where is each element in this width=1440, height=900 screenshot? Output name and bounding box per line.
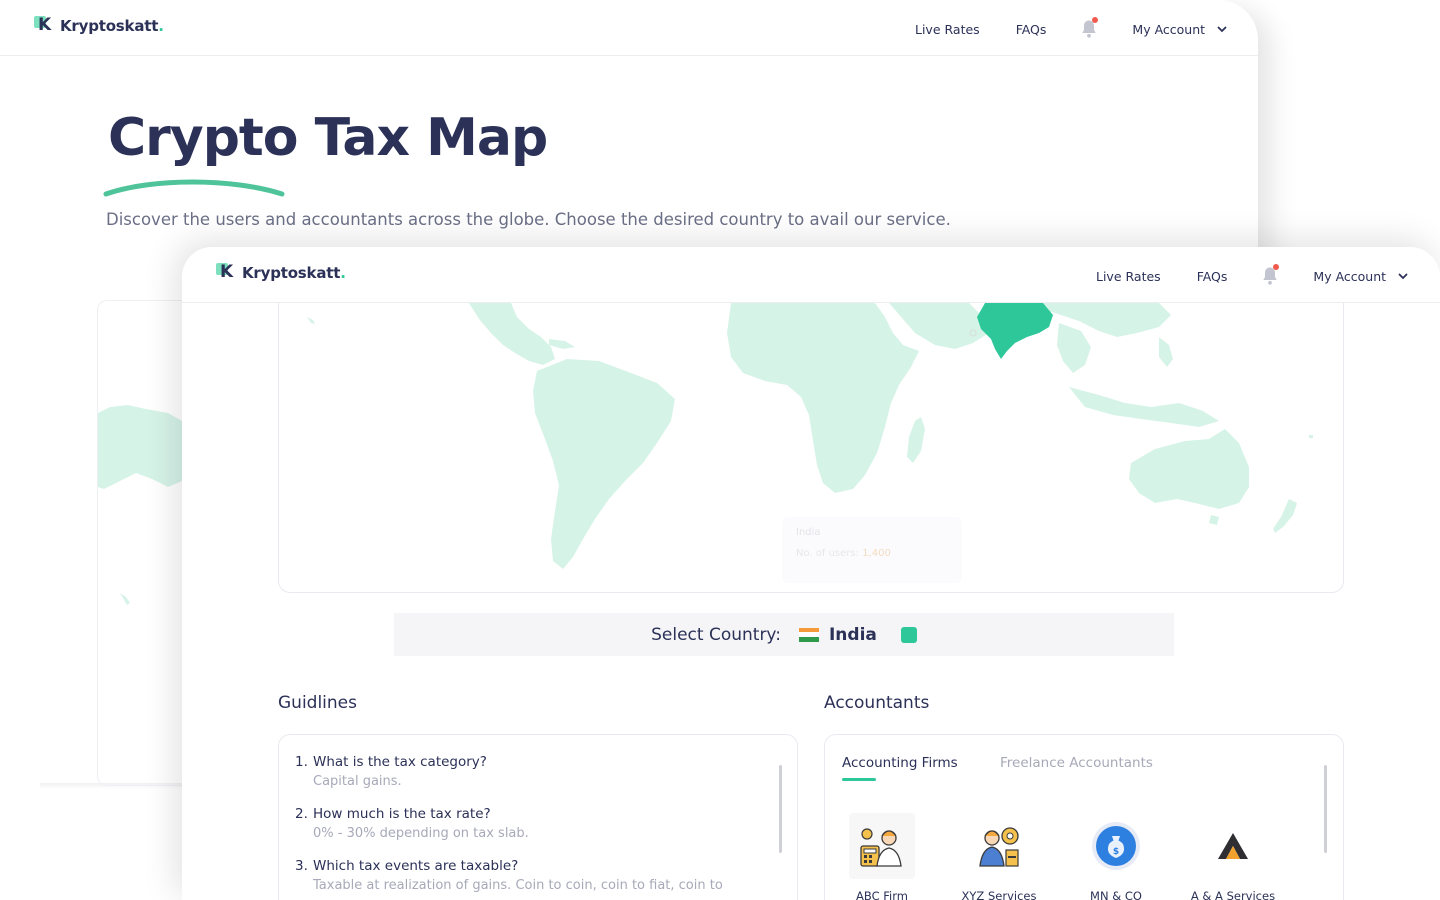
list-item: 2. How much is the tax rate? 0% - 30% dep… bbox=[295, 806, 765, 841]
tooltip-users: No. of users: 1,400 bbox=[796, 548, 891, 559]
map-se-asia bbox=[1057, 323, 1091, 373]
nav-live-rates-link[interactable]: Live Rates bbox=[1096, 269, 1161, 284]
firm-card-abc[interactable]: ABC Firm bbox=[827, 813, 937, 900]
money-bag-icon: $ bbox=[1083, 813, 1149, 879]
firm-name: A & A Services bbox=[1190, 889, 1276, 900]
firm-name: MN & CO bbox=[1090, 889, 1142, 900]
map-tasmania bbox=[1209, 515, 1219, 525]
map-south-america bbox=[533, 359, 675, 569]
answer-text: Capital gains. bbox=[313, 774, 402, 789]
nav-menu: Live Rates FAQs My Account bbox=[1096, 264, 1408, 286]
map-africa bbox=[727, 303, 919, 493]
firm-name: XYZ Services bbox=[961, 889, 1037, 900]
tab-accounting-firms[interactable]: Accounting Firms bbox=[842, 755, 958, 771]
question-text: How much is the tax rate? bbox=[313, 806, 491, 822]
brand-name: Kryptoskatt. bbox=[60, 17, 164, 35]
nav-faqs-link[interactable]: FAQs bbox=[1197, 269, 1228, 284]
guidelines-title: Guidlines bbox=[278, 693, 357, 713]
guidelines-scrollbar[interactable] bbox=[779, 765, 782, 853]
firm-name: ABC Firm bbox=[856, 889, 908, 900]
map-new-zealand bbox=[1273, 499, 1297, 533]
svg-text:$: $ bbox=[1113, 847, 1119, 857]
accountants-title: Accountants bbox=[824, 693, 930, 713]
accountants-card: Accounting Firms Freelance Accountants A… bbox=[824, 734, 1344, 900]
map-caribbean bbox=[549, 339, 575, 349]
india-flag-icon bbox=[798, 627, 819, 642]
brand-name: Kryptoskatt. bbox=[242, 264, 346, 282]
map-central-america bbox=[469, 303, 555, 365]
guidelines-card: 1. What is the tax category? Capital gain… bbox=[278, 734, 798, 900]
map-philippines bbox=[1159, 337, 1173, 367]
nav-faqs-link[interactable]: FAQs bbox=[1016, 22, 1047, 37]
my-account-menu[interactable]: My Account bbox=[1313, 269, 1408, 284]
front-window: K Kryptoskatt. Live Rates FAQs My Accoun… bbox=[182, 247, 1440, 900]
guidelines-list: 1. What is the tax category? Capital gain… bbox=[295, 754, 765, 900]
map-indonesia bbox=[1069, 387, 1219, 427]
list-item: 1. What is the tax category? Capital gain… bbox=[295, 754, 765, 789]
firm-card-mn[interactable]: $ MN & CO bbox=[1061, 813, 1171, 900]
map-india bbox=[977, 303, 1053, 359]
title-underline-decoration bbox=[103, 179, 285, 197]
accountant-icon bbox=[849, 813, 915, 879]
selected-country-name[interactable]: India bbox=[829, 625, 877, 645]
firm-card-xyz[interactable]: XYZ Services bbox=[944, 813, 1054, 900]
answer-text: Taxable at realization of gains. Coin to… bbox=[313, 878, 723, 893]
brand-logo-icon: K bbox=[216, 262, 236, 283]
businessman-gear-icon bbox=[966, 813, 1032, 879]
chevron-down-icon bbox=[1398, 273, 1408, 279]
select-country-label: Select Country: bbox=[651, 624, 781, 645]
nav-menu: Live Rates FAQs My Account bbox=[915, 17, 1227, 39]
question-text: What is the tax category? bbox=[313, 754, 487, 770]
map-small-island bbox=[307, 317, 315, 324]
active-tab-indicator bbox=[842, 778, 876, 781]
country-color-chip bbox=[900, 626, 917, 643]
tab-freelance-accountants[interactable]: Freelance Accountants bbox=[1000, 755, 1153, 771]
my-account-menu[interactable]: My Account bbox=[1132, 22, 1227, 37]
brand[interactable]: K Kryptoskatt. bbox=[216, 262, 346, 283]
map-pacific-island bbox=[1309, 435, 1313, 438]
chevron-down-icon bbox=[1217, 26, 1227, 32]
notification-bell-icon[interactable] bbox=[1261, 264, 1280, 286]
notification-bell-icon[interactable] bbox=[1080, 17, 1099, 39]
my-account-label: My Account bbox=[1132, 21, 1206, 37]
brand-logo-icon: K bbox=[34, 15, 54, 36]
my-account-label: My Account bbox=[1313, 268, 1387, 284]
accountants-scrollbar[interactable] bbox=[1324, 765, 1327, 853]
nav-live-rates-link[interactable]: Live Rates bbox=[915, 22, 980, 37]
navbar: K Kryptoskatt. Live Rates FAQs My Accoun… bbox=[0, 0, 1258, 56]
brand[interactable]: K Kryptoskatt. bbox=[34, 15, 164, 36]
tooltip-country: India bbox=[796, 527, 821, 538]
question-text: Which tax events are taxable? bbox=[313, 858, 519, 874]
page-title: Crypto Tax Map bbox=[108, 108, 548, 168]
list-item: 3. Which tax events are taxable? Taxable … bbox=[295, 858, 765, 893]
map-tooltip: India No. of users: 1,400 bbox=[782, 517, 962, 583]
map-arabia bbox=[889, 303, 989, 349]
navbar: K Kryptoskatt. Live Rates FAQs My Accoun… bbox=[182, 247, 1440, 303]
triangle-logo-icon bbox=[1200, 813, 1266, 879]
page-subtitle: Discover the users and accountants acros… bbox=[106, 210, 951, 229]
firm-card-aa[interactable]: A & A Services bbox=[1178, 813, 1288, 900]
map-australia bbox=[1129, 429, 1249, 509]
answer-text: 0% - 30% depending on tax slab. bbox=[313, 826, 529, 841]
map-madagascar bbox=[907, 417, 925, 463]
select-country-bar: Select Country: India bbox=[394, 613, 1174, 656]
